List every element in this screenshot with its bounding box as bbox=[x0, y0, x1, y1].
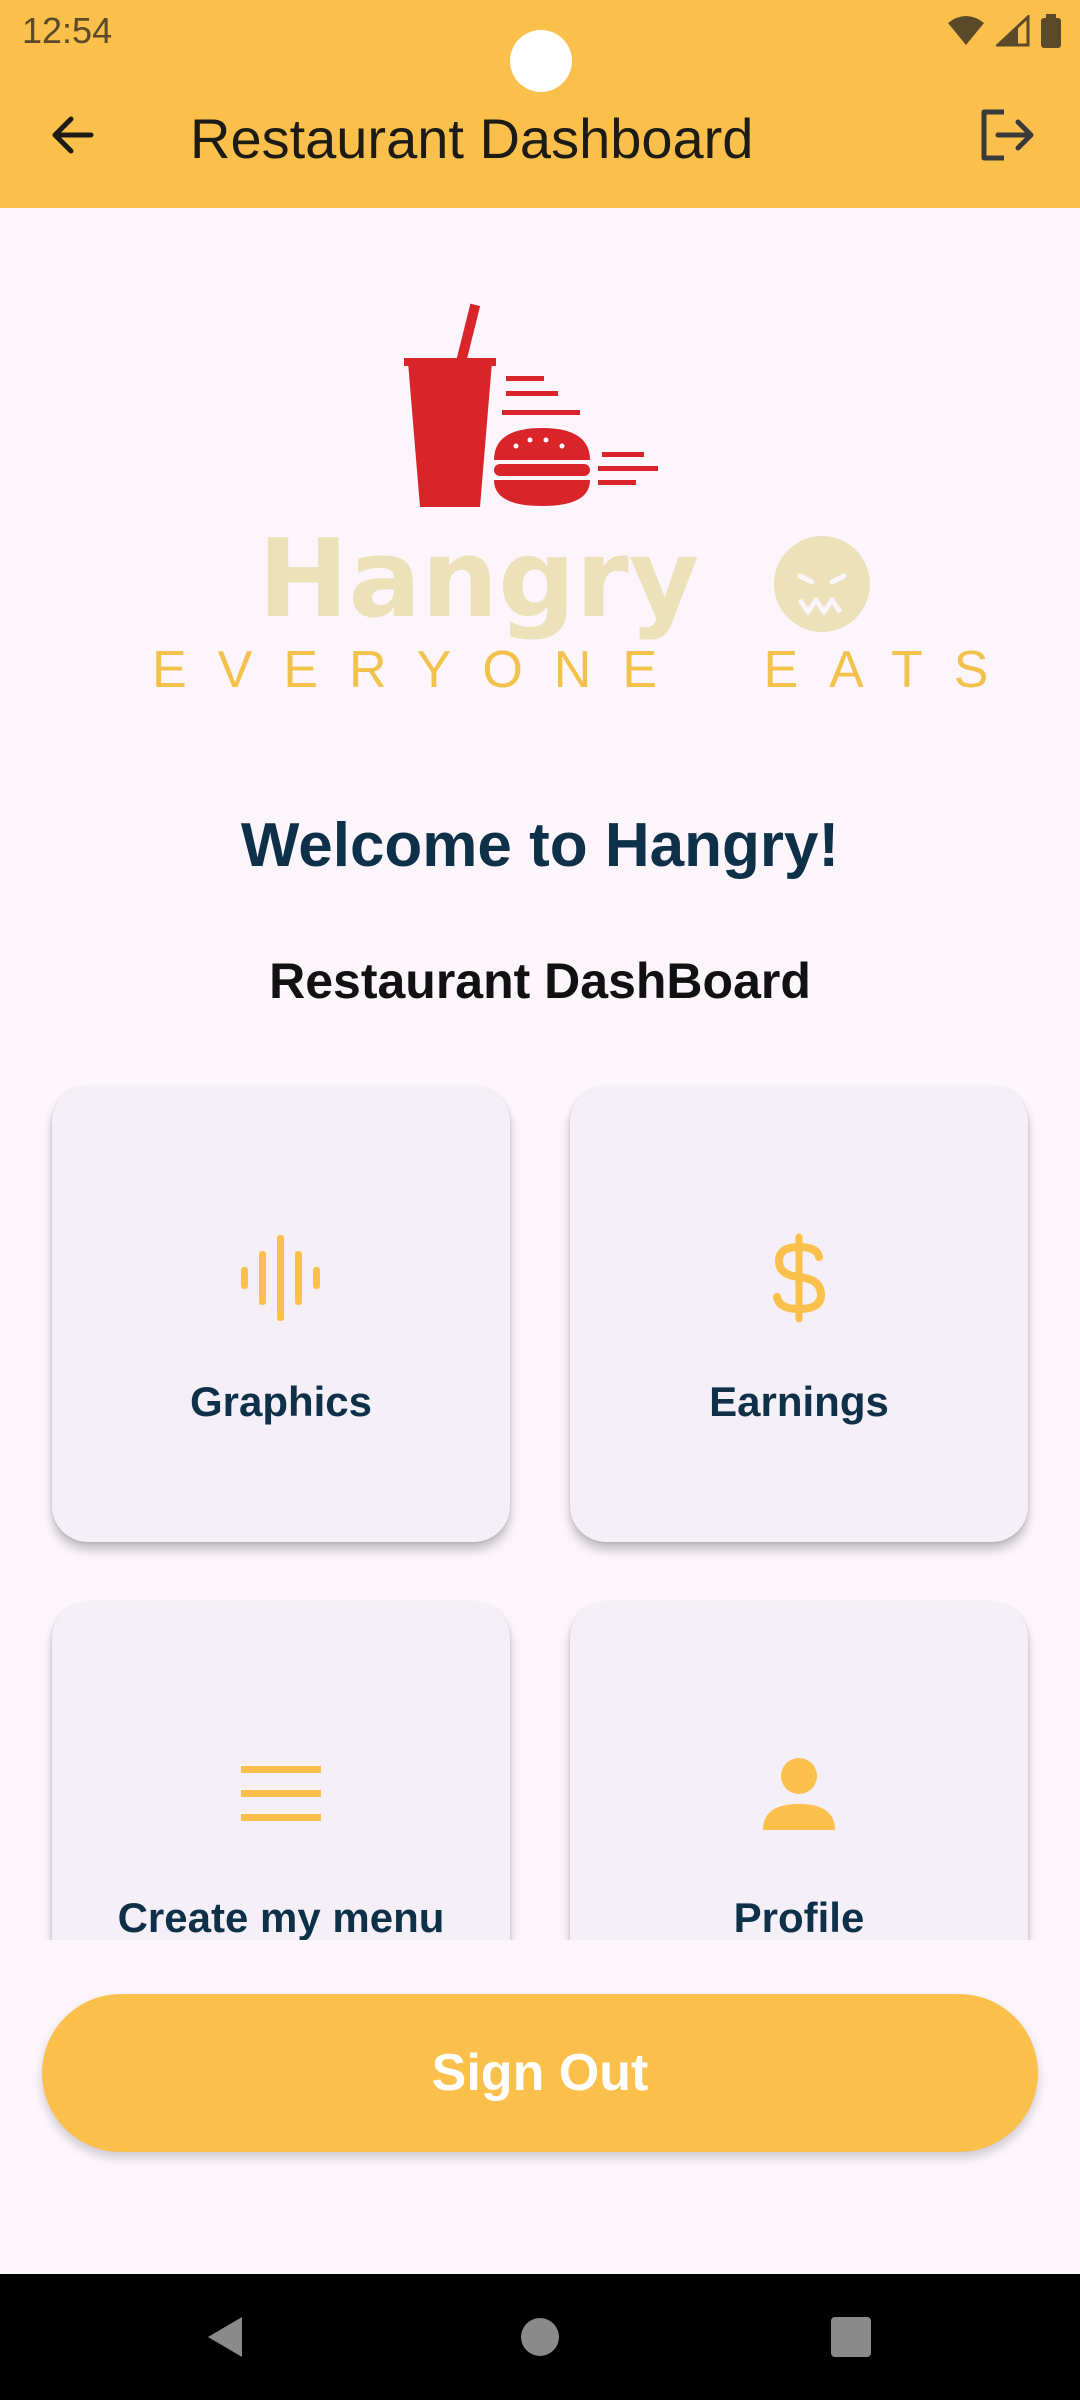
card-label: Profile bbox=[733, 1894, 865, 1940]
nav-back-button[interactable] bbox=[186, 2298, 264, 2376]
logo-speed-line bbox=[602, 452, 644, 457]
logout-button[interactable] bbox=[970, 98, 1044, 172]
dollar-icon bbox=[751, 1230, 847, 1326]
nav-recents-icon bbox=[831, 2317, 871, 2357]
card-create-menu[interactable]: Create my menu bbox=[52, 1602, 510, 1940]
logo-burger-patty bbox=[494, 464, 590, 476]
sign-out-button[interactable]: Sign Out bbox=[42, 1994, 1038, 2152]
card-earnings[interactable]: Earnings bbox=[570, 1086, 1028, 1542]
system-nav-bar bbox=[0, 2274, 1080, 2400]
logo-wordmark: Hangry bbox=[258, 517, 700, 642]
logo-straw bbox=[455, 303, 481, 365]
logo-speed-line bbox=[598, 480, 636, 485]
dashboard-grid: Graphics Earnings Create my menu Profile bbox=[0, 1070, 1080, 1940]
logo-cup bbox=[408, 362, 492, 507]
logo-burger-bun bbox=[494, 428, 590, 460]
logo-speed-line bbox=[598, 466, 658, 471]
logo-cup-lid bbox=[404, 358, 496, 366]
wifi-icon bbox=[948, 16, 984, 45]
card-label: Create my menu bbox=[117, 1894, 445, 1940]
person-icon bbox=[751, 1746, 847, 1842]
camera-cutout bbox=[510, 30, 572, 92]
nav-back-icon bbox=[208, 2317, 242, 2357]
logo-speed-line bbox=[506, 391, 558, 396]
nav-home-icon bbox=[521, 2318, 559, 2356]
card-graphics[interactable]: Graphics bbox=[52, 1086, 510, 1542]
signal-icon bbox=[996, 15, 1030, 47]
welcome-heading: Welcome to Hangry! bbox=[240, 811, 840, 880]
logo-tagline: EVERYONE EATS bbox=[152, 641, 1020, 699]
nav-home-button[interactable] bbox=[501, 2298, 579, 2376]
card-label: Graphics bbox=[189, 1378, 373, 1425]
menu-lines-icon bbox=[233, 1746, 329, 1842]
logo-speed-line bbox=[506, 376, 544, 381]
logo-burger-bottom bbox=[494, 480, 590, 506]
back-button[interactable] bbox=[36, 98, 110, 172]
app-title: Restaurant Dashboard bbox=[190, 107, 754, 170]
sign-out-label: Sign Out bbox=[431, 2044, 649, 2102]
logo-speed-line bbox=[502, 410, 580, 415]
status-icons bbox=[946, 14, 1062, 48]
status-time: 12:54 bbox=[22, 10, 113, 51]
logo-face bbox=[774, 536, 870, 632]
nav-recents-button[interactable] bbox=[812, 2298, 890, 2376]
battery-icon bbox=[1041, 14, 1061, 48]
dashboard-subtitle: Restaurant DashBoard bbox=[269, 953, 811, 1009]
card-label: Earnings bbox=[709, 1378, 889, 1425]
logout-icon bbox=[981, 109, 1034, 161]
arrow-back-icon bbox=[52, 116, 94, 154]
card-profile[interactable]: Profile bbox=[570, 1602, 1028, 1940]
graphic-eq-icon bbox=[233, 1230, 329, 1326]
